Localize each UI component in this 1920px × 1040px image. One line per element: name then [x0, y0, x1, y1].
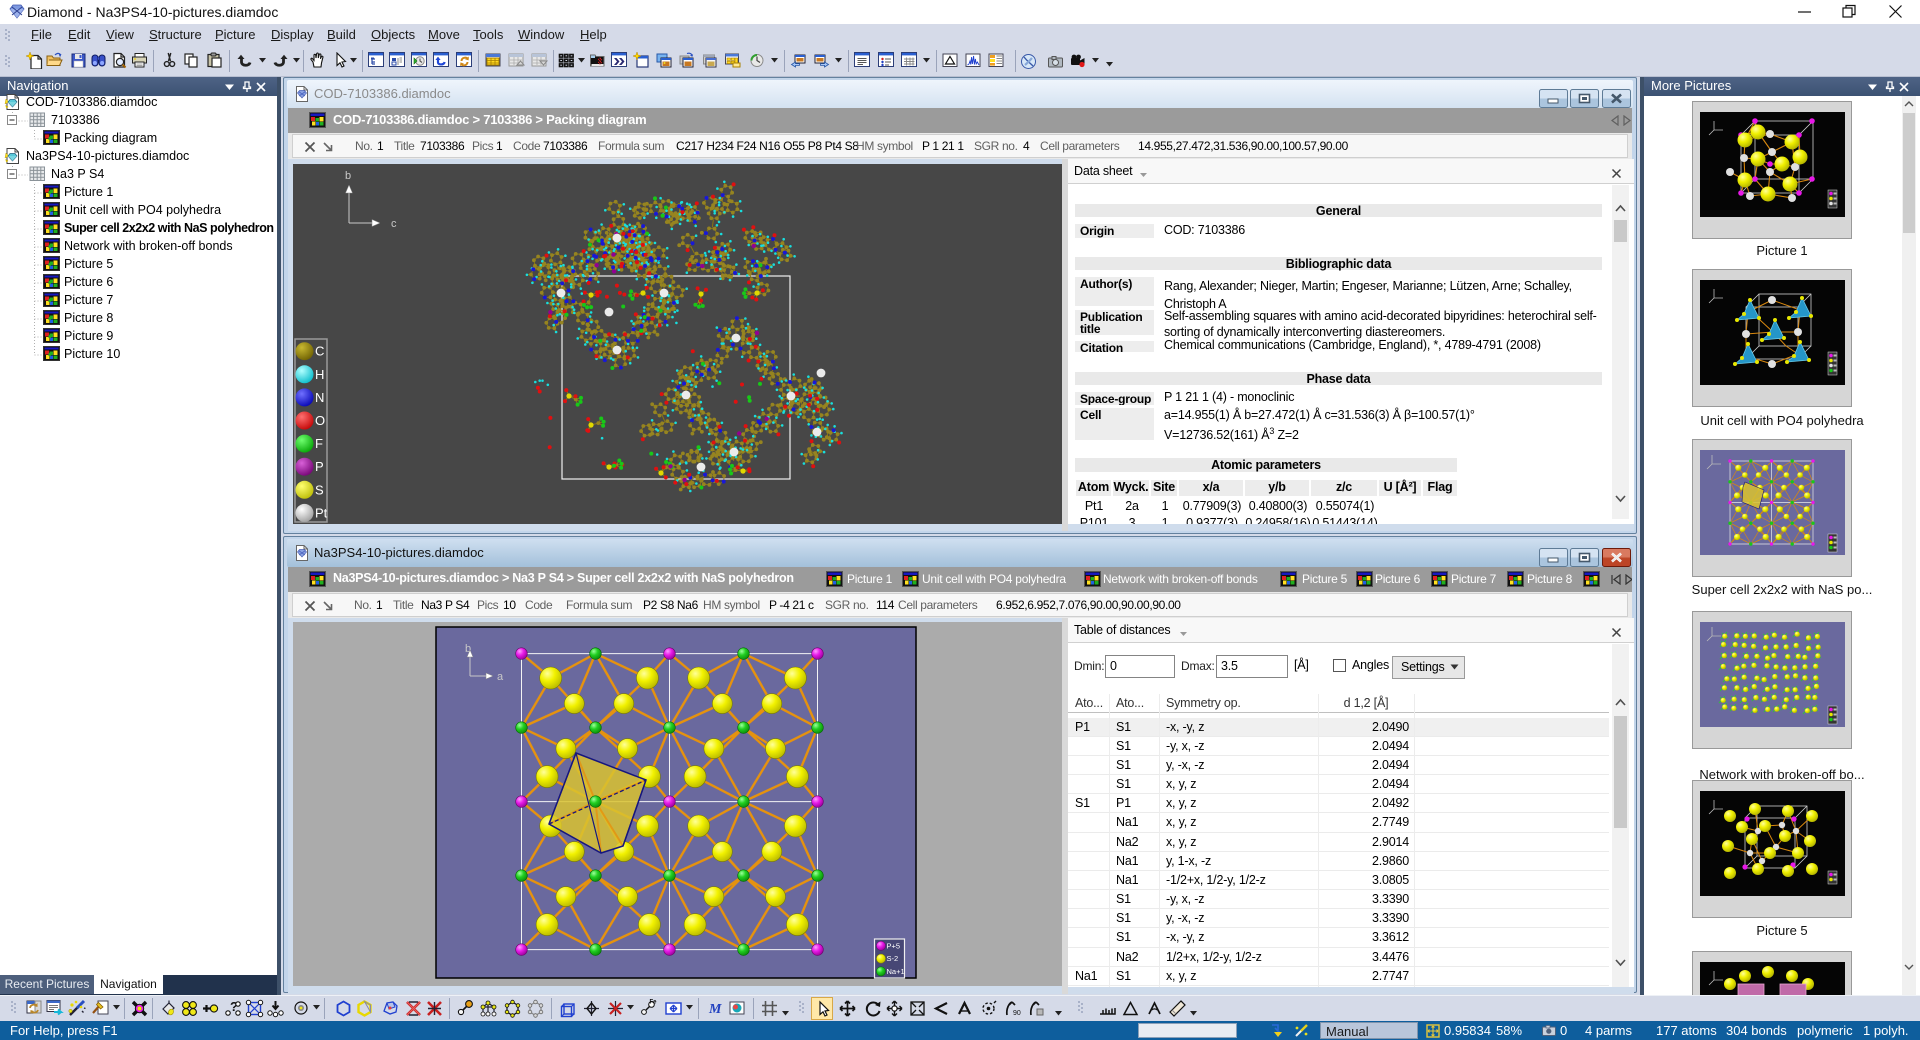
svg-text:O: O	[315, 413, 325, 428]
svg-text:b: b	[345, 170, 351, 182]
svg-text:Na+1: Na+1	[887, 967, 905, 976]
svg-text:P+5: P+5	[887, 941, 901, 950]
svg-text:Fe: Fe	[650, 1000, 658, 1006]
svg-text:F: F	[315, 436, 323, 451]
svg-text:H: H	[315, 367, 324, 382]
svg-text:C: C	[315, 344, 324, 359]
svg-text:a: a	[497, 671, 504, 683]
svg-text:P: P	[315, 459, 324, 474]
svg-text:90: 90	[1013, 1010, 1021, 1017]
svg-text:S: S	[315, 482, 324, 497]
svg-text:N: N	[315, 390, 324, 405]
svg-text:c: c	[391, 218, 397, 230]
svg-text:M: M	[708, 1002, 722, 1017]
svg-text:Pt: Pt	[315, 505, 328, 520]
svg-text:S-2: S-2	[887, 954, 899, 963]
